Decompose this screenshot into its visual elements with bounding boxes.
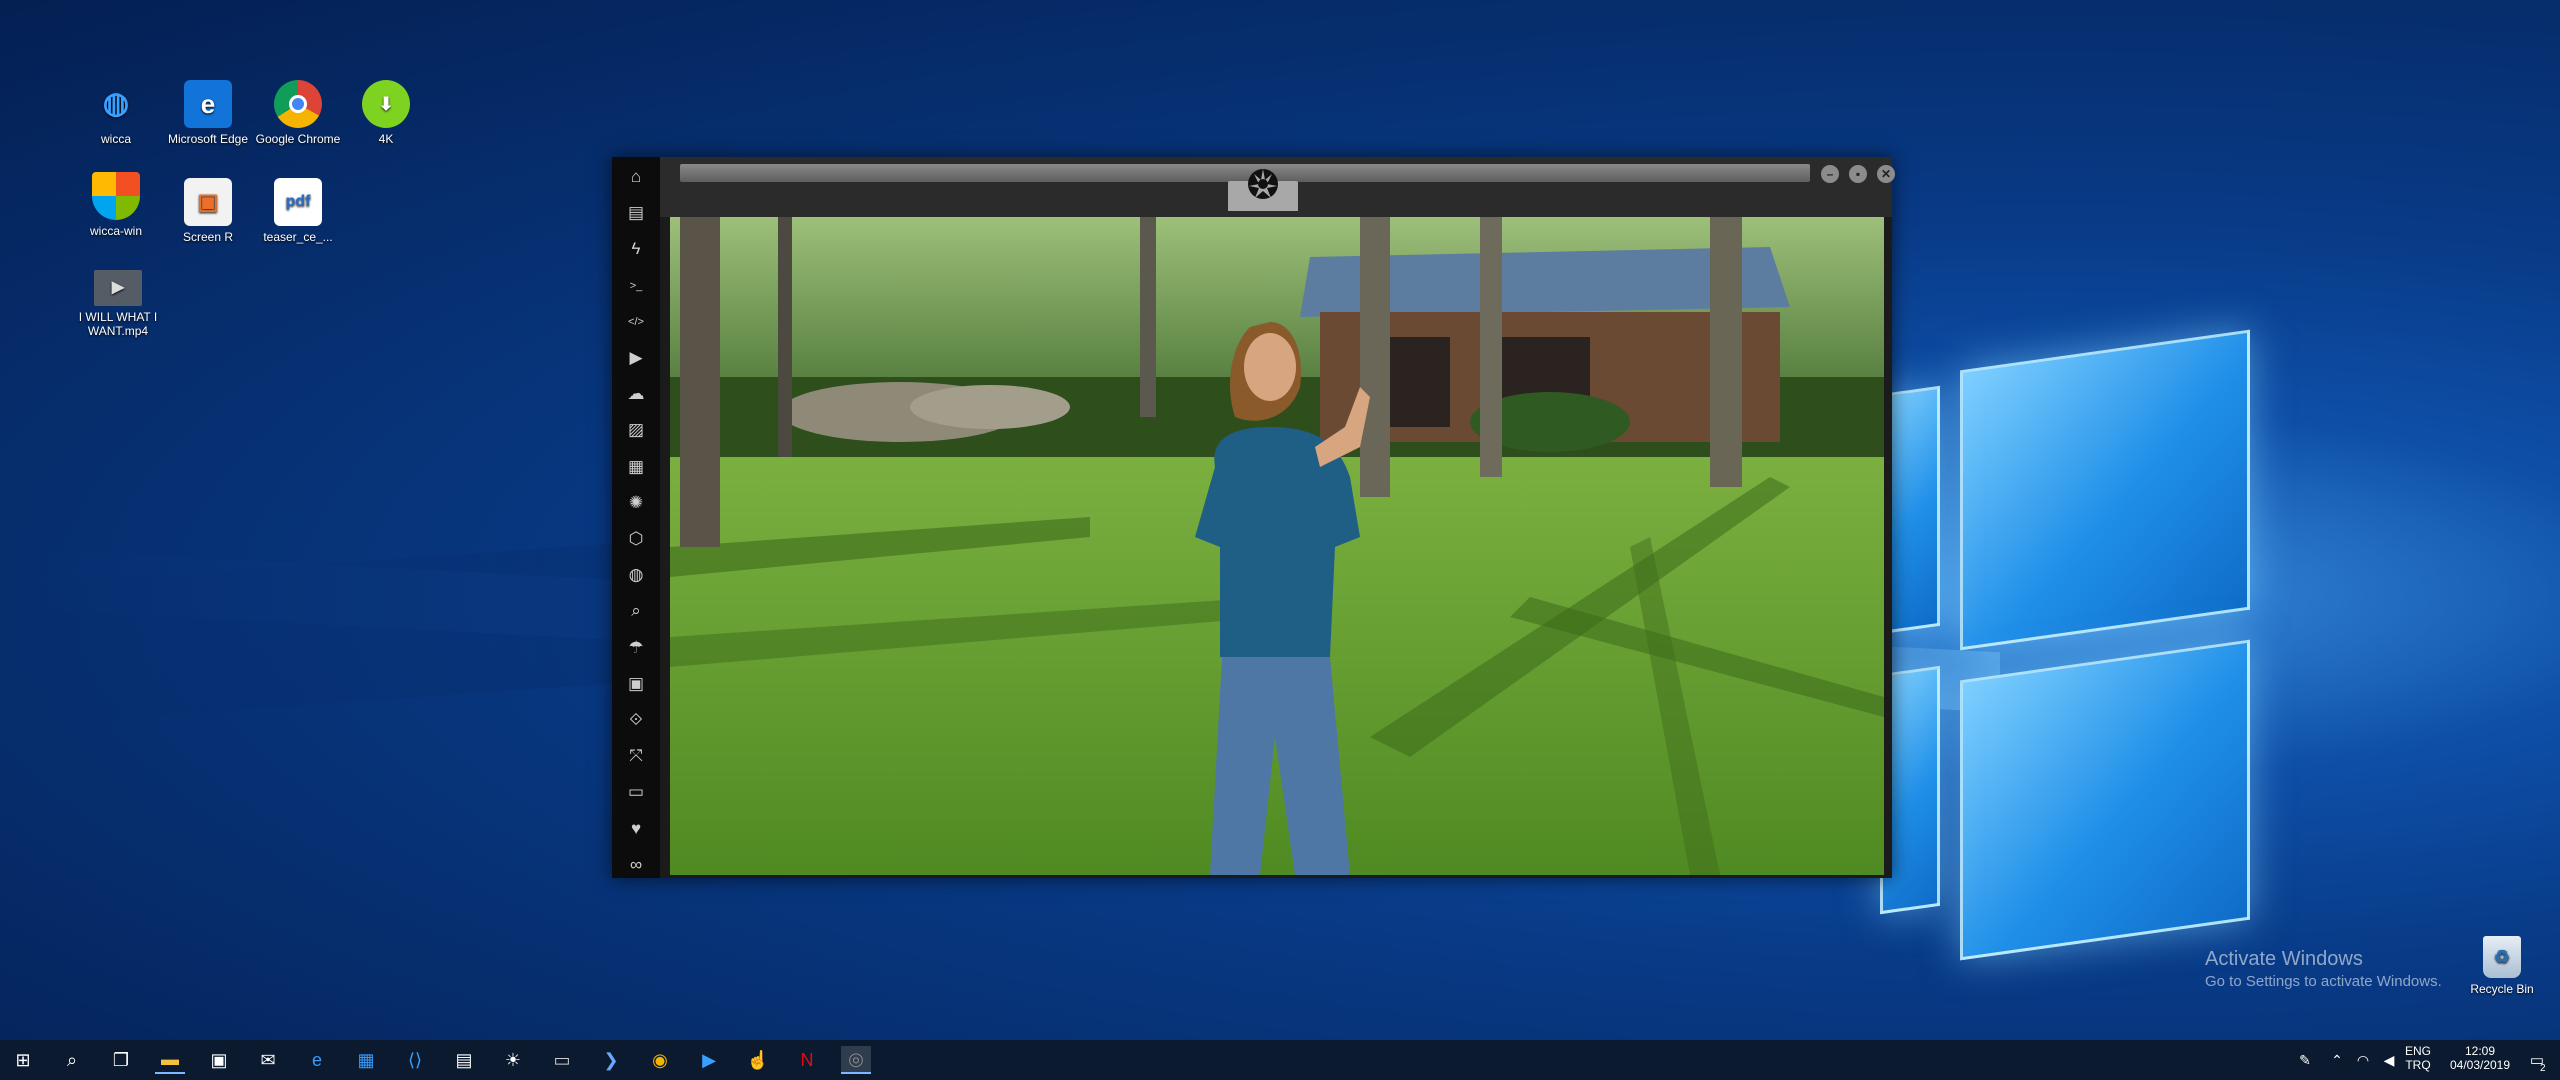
play-icon[interactable]: ▶ (624, 346, 648, 370)
desktop-icon-edge[interactable]: e Microsoft Edge (162, 80, 254, 146)
desktop-icon-wicca[interactable]: ◍ wicca (70, 80, 162, 147)
desktop-icon-pdf[interactable]: pdf teaser_ce_... (252, 178, 344, 244)
image-icon[interactable]: ▨ (624, 418, 648, 442)
vscode-taskbar-button[interactable]: ⟨⟩ (400, 1046, 430, 1074)
globe-shortcut-icon: ◍ (102, 87, 130, 120)
user-badge-icon[interactable]: ▣ (624, 672, 648, 696)
cloud-icon[interactable]: ☁ (624, 382, 648, 406)
maximize-button[interactable]: ▪ (1849, 165, 1867, 183)
video-player[interactable] (670, 217, 1884, 875)
recycle-bin-icon: ♻ (2483, 936, 2521, 978)
4k-downloader-icon: ⬇ (362, 80, 410, 128)
start-taskbar-button[interactable]: ⊞ (8, 1046, 38, 1074)
activate-windows-watermark: Activate Windows Go to Settings to activ… (2205, 948, 2442, 990)
store-taskbar-button[interactable]: ▣ (204, 1046, 234, 1074)
notification-icon[interactable]: ▭ (2522, 1046, 2552, 1074)
lightning-icon[interactable]: ϟ (624, 237, 648, 261)
file-explorer-taskbar-button[interactable]: ▬ (155, 1046, 185, 1074)
atom-icon[interactable]: ✺ (624, 491, 648, 515)
language-top: ENG (2404, 1044, 2431, 1058)
newspaper-icon[interactable]: ▦ (624, 455, 648, 479)
minimize-button[interactable]: – (1821, 165, 1839, 183)
desktop-icon-4k[interactable]: ⬇ 4K (340, 80, 432, 146)
close-icon: ✕ (1880, 167, 1892, 181)
netflix-taskbar-button[interactable]: N (792, 1046, 822, 1074)
chrome-taskbar-button[interactable]: ◉ (645, 1046, 675, 1074)
umbrella-icon[interactable]: ☂ (624, 636, 648, 660)
media-taskbar-button[interactable]: ▶ (694, 1046, 724, 1074)
hexagon-icon[interactable]: ⬡ (624, 527, 648, 551)
youtube-icon[interactable]: ▭ (624, 780, 648, 804)
weather-taskbar-button[interactable]: ☀ (498, 1046, 528, 1074)
pdf-icon: pdf (274, 178, 322, 226)
taskbar: ⊞ ⌕ ❐ ▬ ▣ ✉ e ▦ ⟨⟩ ▤ ☀ ▭ ❯ ◉ ▶ ☝ N ◎ ✎ ⌃ ◠ ◀ ENG TRQ 12:0… (0, 1040, 2560, 1080)
screen-recorder-icon: ▣ (184, 178, 232, 226)
search-taskbar-button[interactable]: ⌕ (57, 1046, 87, 1074)
powershell-taskbar-button[interactable]: ❯ (596, 1046, 626, 1074)
desktop-icon-recycle-bin[interactable]: ♻ Recycle Bin (2456, 936, 2548, 996)
windows-logo-wallpaper (1880, 329, 2280, 961)
news-taskbar-button[interactable]: ▤ (449, 1046, 479, 1074)
language-indicator[interactable]: ENG TRQ (2400, 1044, 2436, 1072)
pen-icon[interactable]: ✎ (2290, 1046, 2320, 1074)
app-sidebar: ⌂ ▤ ϟ >_ </> ▶ ☁ ▨ ▦ ✺ ⬡ ◍ ⌕ ☂ ▣ ⟐ ⤧ ▭ ♥ ∞ (612, 157, 660, 878)
mail-taskbar-button[interactable]: ✉ (253, 1046, 283, 1074)
globe-icon[interactable]: ◍ (624, 563, 648, 587)
app-titlebar[interactable]: – ▪ ✕ (660, 157, 1895, 217)
video-frame (670, 217, 1884, 875)
video-file-icon: ▶ (94, 270, 142, 306)
shield-icon (92, 172, 140, 220)
desktop-icon-chrome[interactable]: Google Chrome (252, 80, 344, 146)
search-icon[interactable]: ⌕ (624, 599, 648, 623)
minimize-icon: – (1826, 167, 1834, 181)
clock[interactable]: 12:09 04/03/2019 (2444, 1044, 2516, 1072)
app-taskbar-button[interactable]: ▦ (351, 1046, 381, 1074)
activate-title: Activate Windows (2205, 948, 2363, 970)
clock-date: 04/03/2019 (2449, 1058, 2511, 1072)
document-icon[interactable]: ▤ (624, 201, 648, 225)
link-icon[interactable]: ⟐ (624, 708, 648, 732)
code-icon[interactable]: </> (624, 310, 648, 334)
clock-time: 12:09 (2464, 1044, 2496, 1058)
desktop-icon-wicca-win[interactable]: wicca-win (70, 172, 162, 238)
language-bottom: TRQ (2405, 1058, 2431, 1072)
home-icon[interactable]: ⌂ (624, 165, 648, 189)
terminal-icon[interactable]: >_ (624, 274, 648, 298)
desktop-icon-video[interactable]: ▶ I WILL WHAT I WANT.mp4 (72, 270, 164, 338)
heart-icon[interactable]: ♥ (624, 817, 648, 841)
chrome-icon (274, 80, 322, 128)
expand-icon[interactable]: ⤧ (624, 744, 648, 768)
infinity-icon[interactable]: ∞ (624, 853, 648, 877)
activate-subtitle: Go to Settings to activate Windows. (2205, 973, 2442, 990)
task-view-taskbar-button[interactable]: ❐ (106, 1046, 136, 1074)
edge-icon: e (184, 80, 232, 128)
notification-count: 2 (2540, 1063, 2546, 1074)
app-window: ⌂ ▤ ϟ >_ </> ▶ ☁ ▨ ▦ ✺ ⬡ ◍ ⌕ ☂ ▣ ⟐ ⤧ ▭ ♥ ∞ – ▪ ✕ (612, 157, 1895, 878)
active-app-taskbar-button[interactable]: ◎ (841, 1046, 871, 1074)
maximize-icon: ▪ (1855, 167, 1861, 181)
pointer-taskbar-button[interactable]: ☝ (743, 1046, 773, 1074)
desktop-icon-screen-recorder[interactable]: ▣ Screen R (162, 178, 254, 244)
terminal-taskbar-button[interactable]: ▭ (547, 1046, 577, 1074)
close-button[interactable]: ✕ (1877, 165, 1895, 183)
rebel-alliance-icon (1240, 165, 1286, 203)
edge-taskbar-button[interactable]: e (302, 1046, 332, 1074)
